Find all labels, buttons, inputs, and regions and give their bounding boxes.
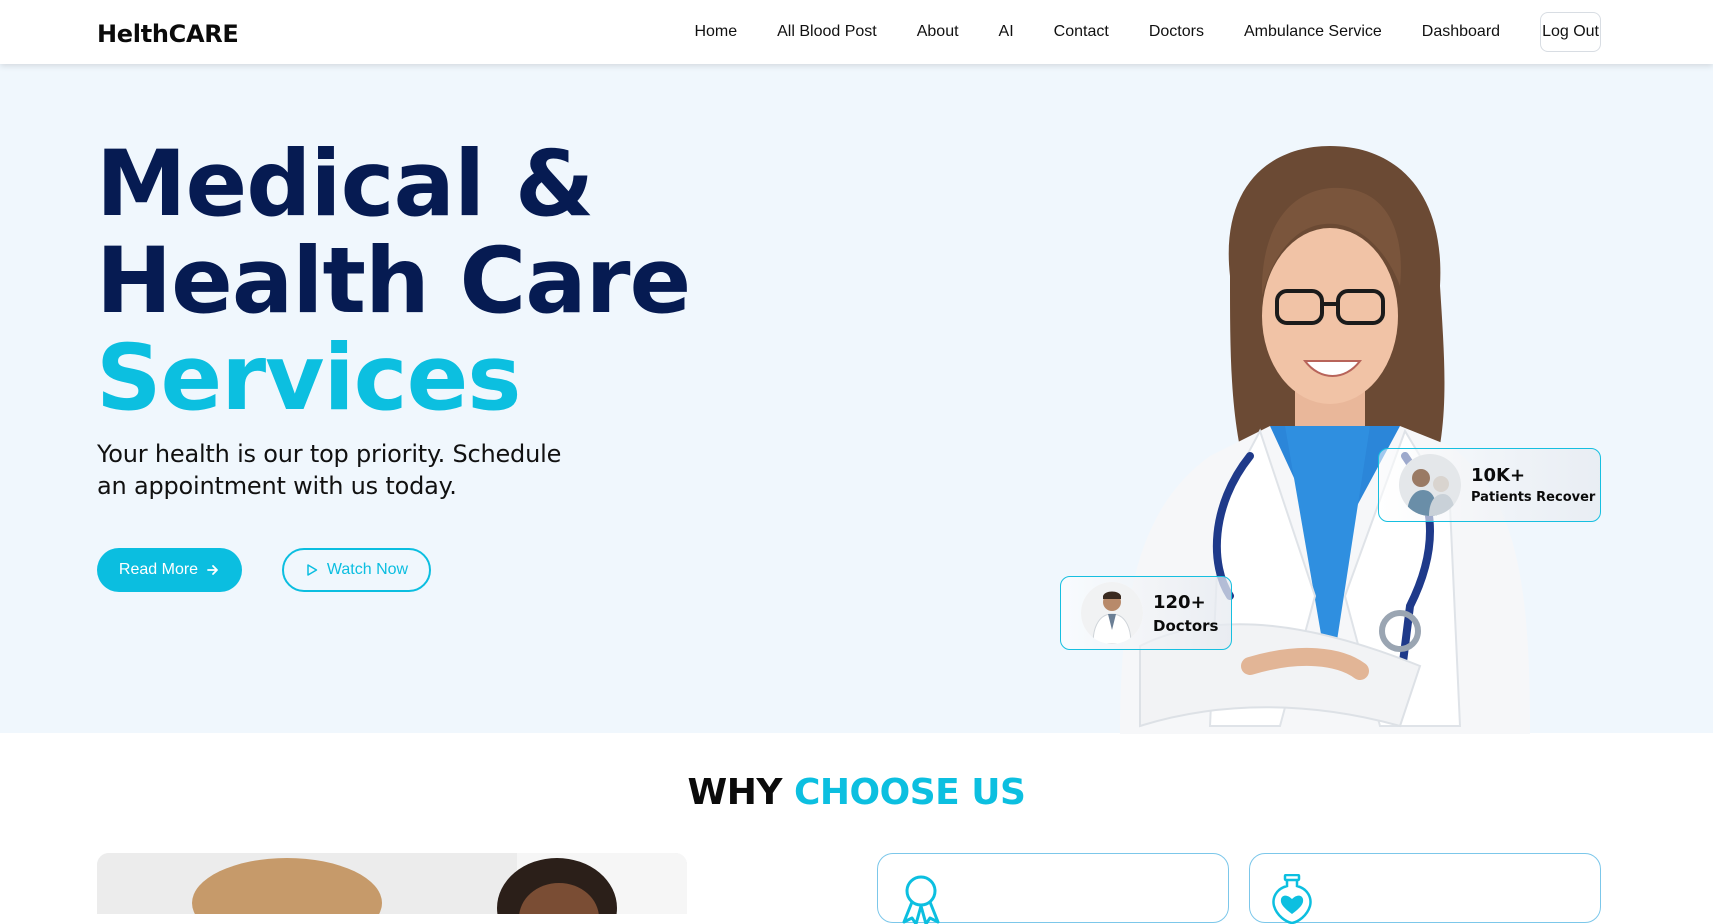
navbar: HelthCARE Home All Blood Post About AI C…	[0, 0, 1713, 64]
hero-title-line-3: Services	[96, 326, 521, 431]
nav-link-home[interactable]: Home	[694, 23, 737, 41]
brand-logo[interactable]: HelthCARE	[97, 20, 239, 48]
why-choose-us-title: WHY CHOOSE US	[0, 772, 1713, 813]
nav-link-contact[interactable]: Contact	[1054, 23, 1109, 41]
feature-card-2	[1249, 853, 1601, 924]
patients-recover-card: 10K+ Patients Recover	[1378, 448, 1601, 522]
arrow-right-icon	[207, 565, 218, 575]
watch-now-label: Watch Now	[326, 561, 409, 578]
feature-card-1	[877, 853, 1229, 924]
doctor-photo-icon	[1081, 582, 1143, 644]
nav-link-ambulance-service[interactable]: Ambulance Service	[1244, 23, 1382, 41]
patients-count: 10K+	[1471, 465, 1526, 486]
doctors-label: Doctors	[1153, 616, 1219, 635]
patient-photo-icon	[1399, 454, 1461, 516]
nav-link-ai[interactable]: AI	[999, 23, 1014, 41]
doctors-count: 120+	[1153, 591, 1206, 613]
nav-link-all-blood-post[interactable]: All Blood Post	[777, 23, 877, 41]
hero-title-line-2: Health Care	[96, 229, 691, 334]
why-title-part1: WHY	[687, 772, 783, 813]
play-icon	[307, 564, 318, 576]
watch-now-button[interactable]: Watch Now	[282, 548, 431, 592]
doctors-count-card: 120+ Doctors	[1060, 576, 1232, 650]
hero-title: Medical & Health Care Services	[96, 132, 691, 431]
why-title-part2: CHOOSE US	[793, 772, 1026, 813]
nav-links: Home All Blood Post About AI Contact Doc…	[694, 0, 1601, 64]
heart-bottle-icon	[1272, 874, 1312, 924]
read-more-button[interactable]: Read More	[97, 548, 242, 592]
why-choose-us-photo	[97, 853, 687, 914]
read-more-label: Read More	[118, 561, 199, 578]
nav-link-doctors[interactable]: Doctors	[1149, 23, 1204, 41]
nav-link-about[interactable]: About	[917, 23, 959, 41]
patients-avatar	[1399, 454, 1461, 516]
hero-subtitle: Your health is our top priority. Schedul…	[97, 440, 562, 500]
patients-label: Patients Recover	[1471, 490, 1596, 505]
hero-section: Medical & Health Care Services Your heal…	[0, 64, 1713, 734]
doctors-avatar	[1081, 582, 1143, 644]
nav-link-dashboard[interactable]: Dashboard	[1422, 23, 1500, 41]
award-icon	[902, 875, 940, 924]
logout-button[interactable]: Log Out	[1540, 12, 1601, 52]
hero-title-line-1: Medical &	[96, 132, 594, 237]
